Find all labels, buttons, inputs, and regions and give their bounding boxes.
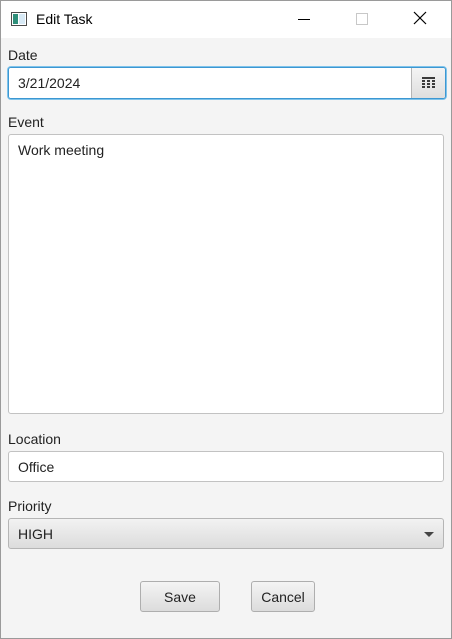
date-label: Date	[8, 47, 38, 63]
maximize-button[interactable]	[339, 1, 385, 38]
location-label: Location	[8, 431, 61, 447]
priority-label: Priority	[8, 498, 52, 514]
priority-selected-value: HIGH	[18, 526, 53, 542]
save-button[interactable]: Save	[140, 581, 220, 612]
cancel-button[interactable]: Cancel	[251, 581, 315, 612]
date-field[interactable]	[9, 68, 409, 98]
close-icon	[413, 11, 427, 28]
calendar-button[interactable]	[411, 68, 445, 98]
location-field[interactable]	[8, 451, 444, 482]
minimize-button[interactable]	[281, 1, 327, 38]
edit-task-window: Edit Task Date 3/21/2024 Event Work meet…	[0, 0, 452, 639]
app-window-icon	[11, 12, 27, 26]
date-picker[interactable]	[8, 67, 446, 99]
minimize-icon	[298, 12, 310, 28]
close-button[interactable]	[397, 1, 443, 38]
calendar-icon	[422, 75, 435, 91]
maximize-icon	[356, 12, 368, 28]
event-textarea[interactable]: Work meeting	[8, 134, 444, 414]
chevron-down-icon	[424, 532, 434, 537]
title-bar: Edit Task	[1, 1, 451, 38]
event-label: Event	[8, 114, 44, 130]
priority-dropdown[interactable]: HIGH	[8, 518, 444, 549]
window-title: Edit Task	[36, 11, 93, 27]
